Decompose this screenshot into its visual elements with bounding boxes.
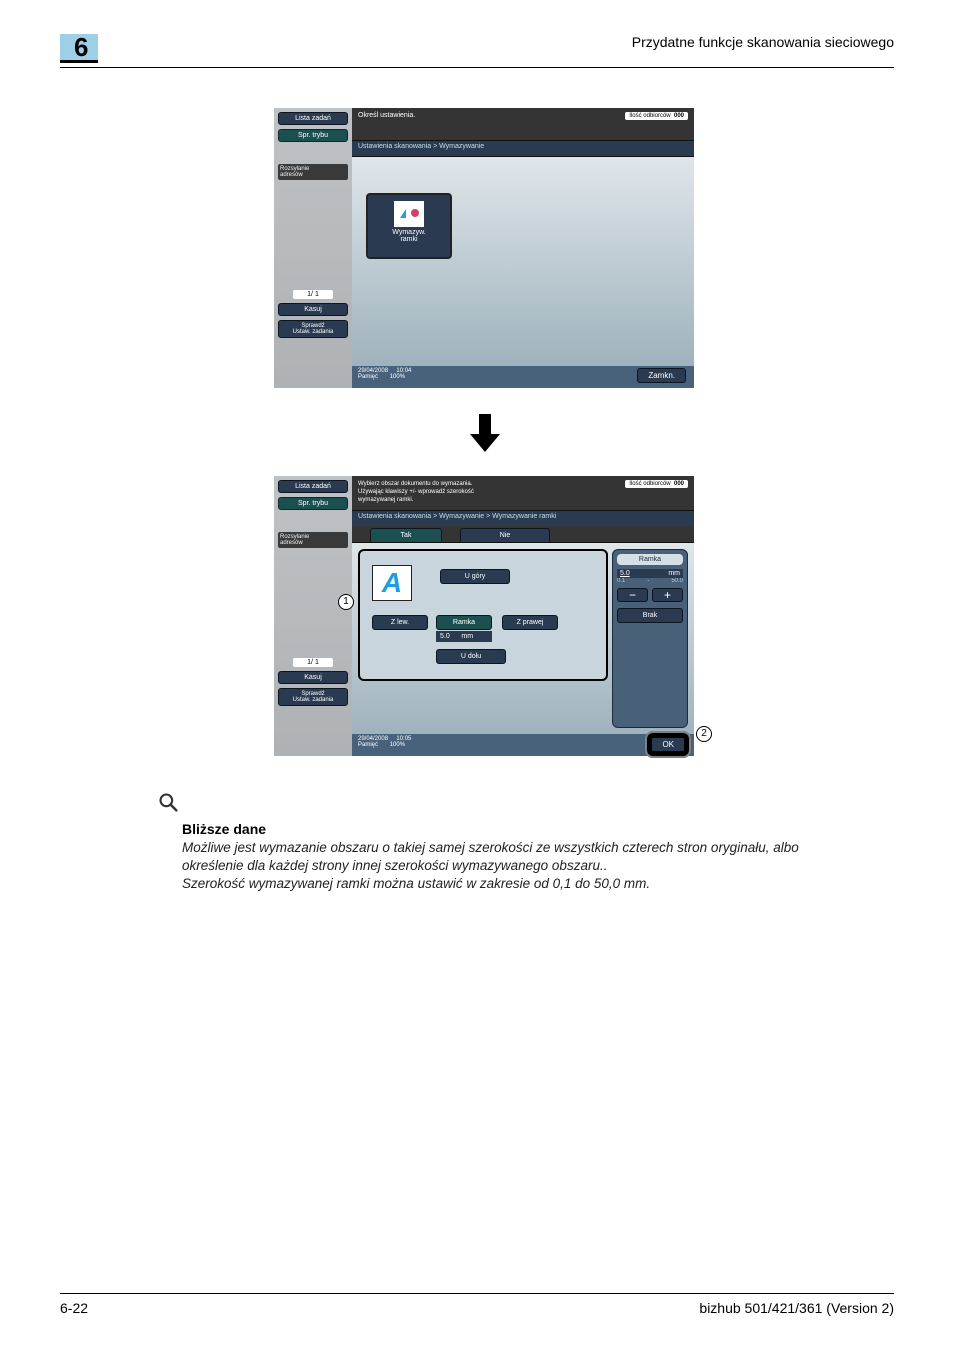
recipients-value: 000 [674, 113, 684, 119]
chapter-number: 6 [60, 34, 98, 63]
label-broadcast: Rozsyłanie adresów [278, 164, 348, 180]
recipients-badge: Ilość odbiorców 000 [625, 112, 688, 120]
callout-2: 2 [696, 726, 712, 742]
close-button[interactable]: Zamkn. [637, 368, 686, 383]
screenshot-panel-1: Lista zadań Spr. trybu Rozsyłanie adresó… [274, 108, 694, 388]
detail-body: Możliwe jest wymazanie obszaru o takiej … [182, 839, 858, 894]
arrow-down-icon [470, 414, 500, 454]
btn-frame[interactable]: Ramka [436, 615, 492, 630]
recipients-value: 000 [674, 481, 684, 487]
tile-label: Wymazyw. ramki [368, 229, 450, 243]
status-mem: Pamięć [358, 742, 378, 748]
btn-check-mode[interactable]: Spr. trybu [278, 497, 348, 510]
breadcrumb: Ustawienia skanowania > Wymazywanie [352, 140, 694, 156]
detail-heading: Bliższe dane [182, 821, 858, 837]
range-max: 50.0 [671, 578, 683, 584]
frame-unit: mm [461, 633, 473, 640]
minus-button[interactable]: − [617, 588, 648, 602]
recipients-label: Ilość odbiorców [629, 113, 670, 119]
range-sep: - [647, 578, 649, 584]
value-panel: Ramka 5.0 mm 0.1 - 50.0 − + Brak [612, 549, 688, 728]
status-bar: 29/04/2008 10:04 Pamięć 100% Zamkn. [352, 366, 694, 388]
status-pct: 100% [390, 742, 405, 748]
label-broadcast: Rozsyłanie adresów [278, 532, 348, 548]
panel2-content: A U góry Z lew. Ramka 5.0 mm Z prawej U … [352, 542, 694, 734]
erase-icon [394, 201, 424, 227]
frame-value-readout: 5.0 mm [436, 631, 492, 642]
btn-delete[interactable]: Kasuj [278, 303, 348, 316]
plus-button[interactable]: + [652, 588, 683, 602]
sidebar: Lista zadań Spr. trybu Rozsyłanie adresó… [274, 476, 352, 756]
page-header: 6 Przydatne funkcje skanowania siecioweg… [60, 34, 894, 68]
detail-section: Bliższe dane Możliwe jest wymazanie obsz… [158, 792, 858, 894]
status-pct: 100% [390, 374, 405, 380]
page-indicator: 1/ 1 [293, 290, 333, 299]
value-number: 5.0 [620, 570, 630, 577]
panel1-main: Określ ustawienia. Ilość odbiorców 000 U… [352, 108, 694, 366]
panel1-content: Wymazyw. ramki [352, 156, 694, 366]
panel2-main: Wybierz obszar dokumentu do wymazania. U… [352, 476, 694, 734]
screenshot-panel-2: Lista zadań Spr. trybu Rozsyłanie adresó… [274, 476, 694, 756]
page-indicator: 1/ 1 [293, 658, 333, 667]
btn-top[interactable]: U góry [440, 569, 510, 584]
footer-product: bizhub 501/421/361 (Version 2) [699, 1300, 894, 1316]
breadcrumb: Ustawienia skanowania > Wymazywanie > Wy… [352, 510, 694, 526]
btn-job-list[interactable]: Lista zadań [278, 480, 348, 493]
callout-1: 1 [338, 594, 354, 610]
magnifier-icon [158, 792, 178, 812]
panel2-topbar: Wybierz obszar dokumentu do wymazania. U… [352, 476, 694, 510]
recipients-badge: Ilość odbiorców 000 [625, 480, 688, 488]
a-preview-icon: A [372, 565, 412, 601]
value-unit: mm [668, 570, 680, 577]
btn-check-job-settings[interactable]: Sprawdź Ustaw. zadania [278, 320, 348, 338]
footer-page-number: 6-22 [60, 1300, 88, 1316]
btn-right[interactable]: Z prawej [502, 615, 558, 630]
panel2-message: Wybierz obszar dokumentu do wymazania. U… [358, 481, 474, 503]
sidebar: Lista zadań Spr. trybu Rozsyłanie adresó… [274, 108, 352, 388]
preview-area: A U góry Z lew. Ramka 5.0 mm Z prawej U … [358, 549, 608, 681]
value-panel-header: Ramka [617, 554, 683, 565]
btn-bottom[interactable]: U dołu [436, 649, 506, 664]
ok-button[interactable]: OK [650, 736, 686, 753]
btn-delete[interactable]: Kasuj [278, 671, 348, 684]
page-title: Przydatne funkcje skanowania sieciowego [632, 34, 894, 50]
status-bar: 29/04/2008 10:05 Pamięć 100% OK [352, 734, 694, 756]
frame-value: 5.0 [440, 633, 450, 640]
value-row: 5.0 mm [617, 569, 683, 578]
btn-job-list[interactable]: Lista zadań [278, 112, 348, 125]
panel1-message: Określ ustawienia. [358, 112, 415, 119]
btn-left[interactable]: Z lew. [372, 615, 428, 630]
btn-check-mode[interactable]: Spr. trybu [278, 129, 348, 142]
recipients-label: Ilość odbiorców [629, 481, 670, 487]
plus-minus-row: − + [617, 588, 683, 602]
none-button[interactable]: Brak [617, 608, 683, 623]
range-hint: 0.1 - 50.0 [617, 578, 683, 584]
page-footer: 6-22 bizhub 501/421/361 (Version 2) [60, 1293, 894, 1316]
tile-frame-erase[interactable]: Wymazyw. ramki [366, 193, 452, 259]
panel1-topbar: Określ ustawienia. Ilość odbiorców 000 [352, 108, 694, 140]
btn-check-job-settings[interactable]: Sprawdź Ustaw. zadania [278, 688, 348, 706]
range-min: 0.1 [617, 578, 625, 584]
status-mem: Pamięć [358, 374, 378, 380]
